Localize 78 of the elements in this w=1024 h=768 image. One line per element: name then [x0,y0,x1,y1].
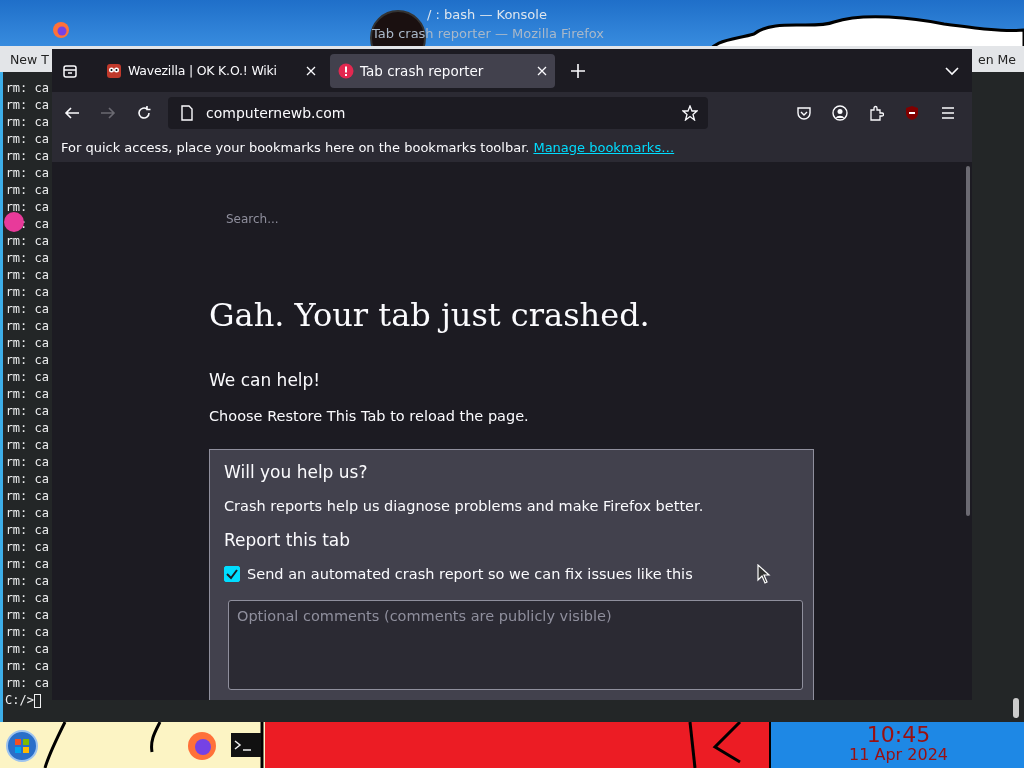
browser-tab[interactable]: Wavezilla | OK K.O.! Wiki [98,53,324,88]
terminal-line: rm: ca [5,658,49,675]
terminal-line: rm: ca [5,556,49,573]
terminal-line: rm: ca [5,607,49,624]
text-cursor [33,693,41,708]
terminal-line: rm: ca [5,114,49,131]
browser-tab[interactable]: Tab crash reporter [330,53,555,88]
terminal-line: rm: ca [5,182,49,199]
terminal-line: rm: ca [5,488,49,505]
mouse-pointer-icon [757,564,771,584]
instruction-text: Choose Restore This Tab to reload the page. [209,408,529,424]
reload-icon[interactable] [136,104,152,121]
pointer-dot [4,212,24,232]
terminal-line: rm: ca [5,386,49,403]
owl-icon [106,62,122,79]
firefox-icon[interactable] [187,731,217,761]
terminal-line: rm: ca [5,352,49,369]
terminal-line: rm: ca [5,403,49,420]
section-heading: Report this tab [224,530,351,550]
terminal-line: rm: ca [5,522,49,539]
terminal-line: rm: ca [5,131,49,148]
terminal-line: rm: ca [5,624,49,641]
terminal-line: rm: ca [5,641,49,658]
manage-bookmarks-link[interactable]: Manage bookmarks… [533,140,675,155]
start-icon[interactable] [6,730,38,762]
warning-icon [338,62,354,79]
terminal-line: rm: ca [5,369,49,386]
terminal-line: rm: ca [5,318,49,335]
menu-label[interactable]: en Me [977,51,1016,67]
terminal-line: rm: ca [5,284,49,301]
panel-heading: Will you help us? [224,462,368,482]
search-field[interactable]: Search... [209,212,426,226]
shield-icon[interactable] [904,104,920,121]
account-icon[interactable] [832,104,848,121]
scrollbar[interactable] [966,166,970,516]
address-bar[interactable]: computernewb.com [168,96,708,129]
terminal-line: rm: ca [5,675,49,692]
back-arrow-icon[interactable] [64,104,80,121]
terminal-prompt: C:/> [5,692,34,709]
terminal-line: rm: ca [5,590,49,607]
terminal-line: rm: ca [5,420,49,437]
terminal-line: rm: ca [5,437,49,454]
checkbox[interactable] [224,566,240,582]
terminal-line: rm: ca [5,454,49,471]
tab-label[interactable]: New T [10,51,49,67]
terminal-line: rm: ca [5,505,49,522]
terminal-line: rm: ca [5,97,49,114]
new-tab-icon[interactable] [571,63,585,78]
star-icon[interactable] [682,104,698,121]
tab-list-icon[interactable] [62,62,78,79]
panel-text: Crash reports help us diagnose problems and make Firefox better. [224,498,704,514]
bookmarks-hint: For quick access, place your bookmarks here on the bookmarks toolbar. [61,140,530,155]
pocket-icon[interactable] [796,104,812,121]
terminal-line: rm: ca [5,148,49,165]
terminal-line: rm: ca [5,573,49,590]
terminal-line: : ca [19,216,49,233]
terminal-line: rm: ca [5,301,49,318]
terminal-line: rm: ca [5,471,49,488]
checkbox-label: Send an automated crash report so we can fix issues like this [247,566,693,582]
page-icon [180,104,194,121]
comments-field[interactable]: Optional comments (comments are publicly visible) [228,600,803,690]
terminal-line: rm: ca [5,199,49,216]
terminal-line: rm: ca [5,233,49,250]
terminal-line: rm: ca [5,267,49,284]
page-title: Gah. Your tab just crashed. [209,296,650,334]
close-icon[interactable] [306,65,316,76]
terminal-line: rm: ca [5,165,49,182]
extensions-icon[interactable] [868,104,884,121]
subtitle: We can help! [209,370,321,390]
terminal-line: rm: ca [5,335,49,352]
terminal-icon[interactable] [231,733,261,757]
scrollbar[interactable] [1013,698,1019,718]
terminal-line: rm: ca [5,539,49,556]
terminal-line: rm: ca [5,250,49,267]
window-title: / : bash — Konsole [427,7,547,22]
close-icon[interactable] [537,65,547,76]
terminal-line: rm: ca [5,80,49,97]
menu-icon[interactable] [940,104,956,121]
